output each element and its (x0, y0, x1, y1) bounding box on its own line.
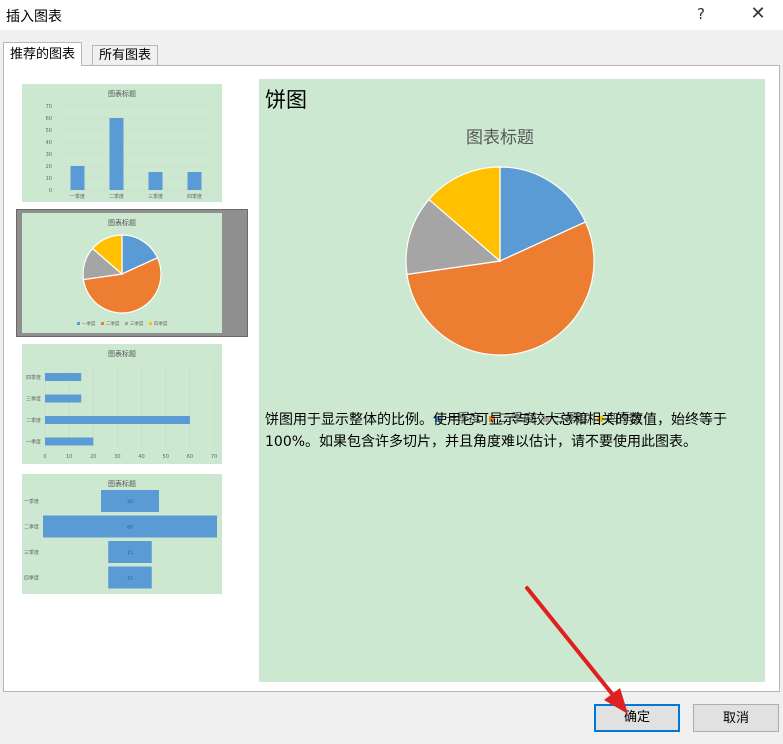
y-tick-label: 四季度 (24, 575, 39, 582)
x-tick-label: 40 (138, 454, 144, 460)
x-tick-label: 三季度 (148, 193, 163, 200)
legend-label: 一季度 (82, 320, 96, 327)
tab-recommended-charts[interactable]: 推荐的图表 (3, 42, 83, 66)
help-button[interactable]: ? (688, 2, 714, 26)
tab-all-charts[interactable]: 所有图表 (92, 45, 159, 66)
bar (109, 118, 124, 190)
thumbnail-bar-chart[interactable]: 图表标题 0 10 20 30 40 50 60 70 四季度 三季度 二季度 一季度 (22, 344, 222, 464)
chart-preview: 饼图 图表标题 一季度 二季度 三季度 四季度 饼图用于显示整体的比例。使用它可显示与… (259, 79, 765, 682)
x-tick-label: 一季度 (70, 193, 85, 200)
legend-swatch (101, 322, 104, 325)
thumbnail-column-chart[interactable]: 图表标题 70 60 50 40 30 20 10 0 一季度 二季度 三季度 四季度 (22, 84, 222, 202)
legend-label: 四季度 (154, 320, 168, 327)
y-tick-label: 20 (46, 164, 52, 170)
chart-title: 图表标题 (466, 128, 534, 148)
y-tick-label: 一季度 (24, 498, 39, 505)
y-tick-label: 30 (46, 152, 52, 158)
legend-label: 二季度 (106, 320, 120, 327)
bar (45, 394, 82, 403)
x-tick-label: 60 (187, 454, 193, 460)
pie-chart-svg: 图表标题 (405, 128, 595, 356)
thumbnail-funnel-chart[interactable]: 图表标题 20 一季度 60 二季度 15 三季度 15 四季度 (22, 474, 222, 594)
x-tick-label: 二季度 (109, 193, 124, 200)
y-tick-label: 一季度 (26, 439, 41, 446)
chart-description: 饼图用于显示整体的比例。使用它可显示与较大总和相关的数值，始终等于 100%。如… (265, 412, 727, 450)
y-tick-label: 10 (46, 176, 52, 182)
cancel-button[interactable]: 取消 (693, 704, 779, 732)
bar (45, 437, 94, 446)
legend-swatch (125, 322, 128, 325)
y-tick-label: 40 (46, 140, 52, 146)
y-tick-label: 四季度 (26, 374, 41, 381)
bar (70, 166, 85, 190)
chart-type-heading: 饼图 (265, 88, 307, 112)
funnel-chart-thumb-svg: 20 一季度 60 二季度 15 三季度 15 四季度 (24, 490, 217, 589)
bar (187, 172, 202, 190)
legend-swatch (149, 322, 152, 325)
y-tick-label: 0 (49, 188, 52, 194)
data-label: 15 (127, 576, 133, 582)
data-label: 15 (127, 550, 133, 556)
y-tick-label: 50 (46, 128, 52, 134)
thumbnail-pie-chart[interactable]: 图表标题 一季度 二季度 三季度 四季度 (22, 213, 222, 333)
bar-chart-thumb-svg: 0 10 20 30 40 50 60 70 四季度三季度二季度一季度 (26, 368, 217, 460)
x-tick-label: 四季度 (187, 193, 202, 200)
pie-chart-thumb-svg: 一季度 二季度 三季度 四季度 (77, 234, 168, 327)
column-chart-thumb-svg: 70 60 50 40 30 20 10 0 一季度 二季度 三季度 四季度 (46, 104, 214, 200)
close-button[interactable]: ✕ (744, 2, 772, 26)
title-bar: 插入图表 ? ✕ (0, 0, 783, 30)
y-tick-label: 70 (46, 104, 52, 110)
data-label: 60 (127, 525, 133, 531)
pie-chart: 图表标题 一季度 二季度 三季度 四季度 (299, 117, 737, 425)
x-tick-label: 50 (163, 454, 169, 460)
x-tick-label: 20 (90, 454, 96, 460)
x-tick-label: 0 (43, 454, 46, 460)
bar (45, 416, 190, 424)
y-tick-label: 60 (46, 116, 52, 122)
x-tick-label: 10 (66, 454, 72, 460)
dialog-title: 插入图表 (6, 9, 62, 25)
data-label: 20 (127, 499, 133, 505)
ok-button[interactable]: 确定 (594, 704, 680, 732)
bar (148, 172, 163, 190)
y-tick-label: 三季度 (26, 396, 41, 403)
bar (45, 373, 82, 381)
y-tick-label: 二季度 (24, 524, 39, 531)
x-tick-label: 30 (114, 454, 120, 460)
y-tick-label: 二季度 (26, 417, 41, 424)
x-tick-label: 70 (211, 454, 217, 460)
y-tick-label: 三季度 (24, 549, 39, 556)
legend-label: 三季度 (130, 320, 144, 327)
legend-swatch (77, 322, 80, 325)
